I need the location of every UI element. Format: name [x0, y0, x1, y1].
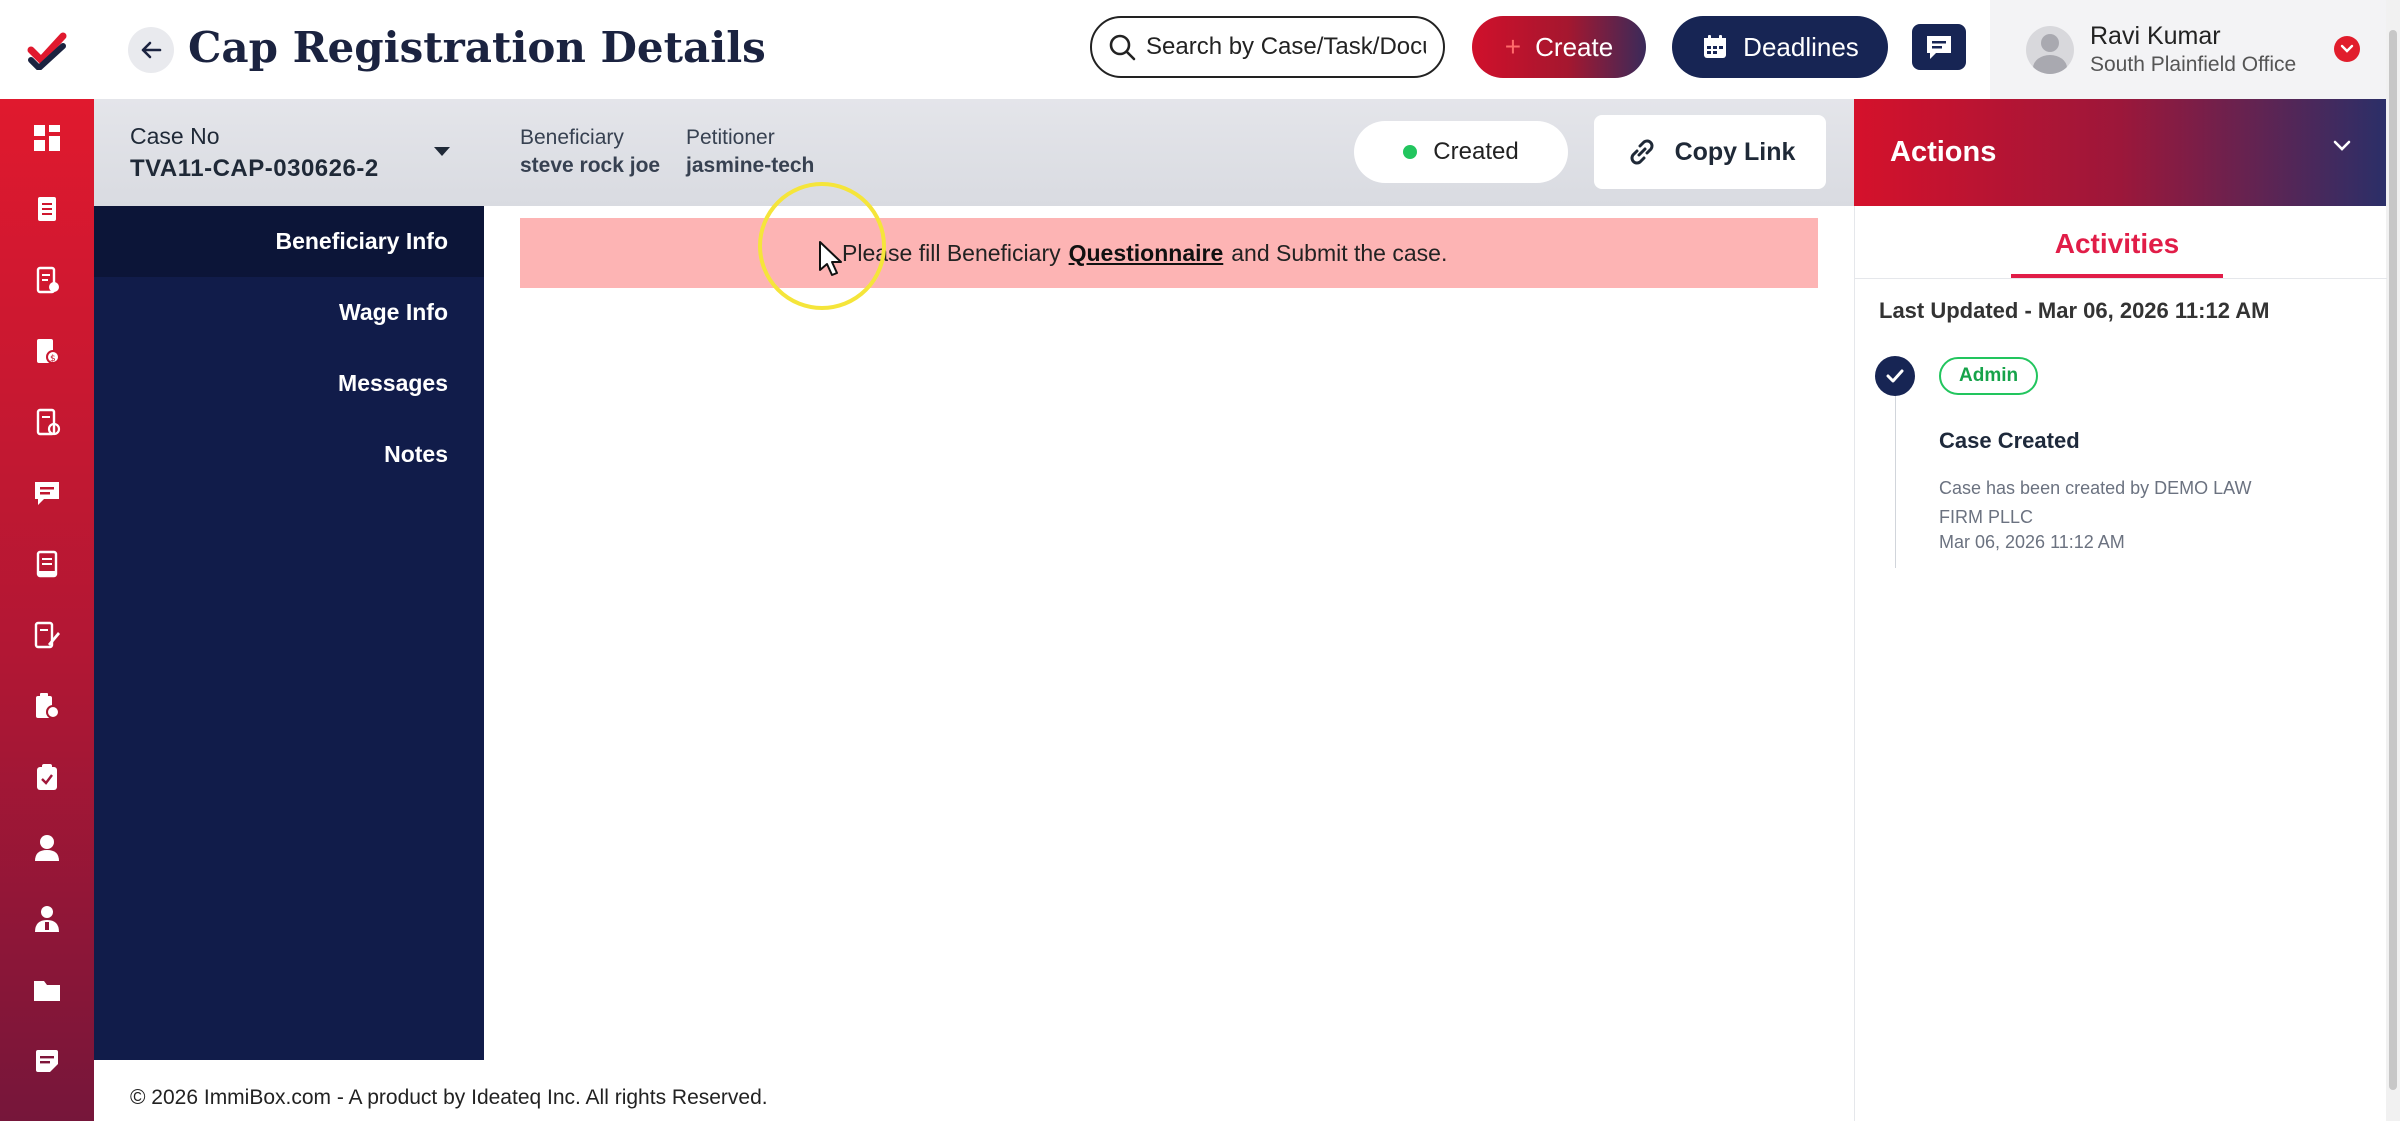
- dashboard-icon[interactable]: [24, 115, 70, 161]
- petitioner-label: Petitioner: [686, 126, 775, 149]
- copy-link-label: Copy Link: [1674, 137, 1796, 166]
- deadlines-button[interactable]: Deadlines: [1672, 16, 1888, 78]
- actions-title: Actions: [1890, 136, 1997, 168]
- immibox-logo[interactable]: [0, 0, 94, 99]
- plus-icon: +: [1504, 31, 1522, 62]
- last-updated: Last Updated - Mar 06, 2026 11:12 AM: [1879, 298, 2270, 323]
- nav-wage-info[interactable]: Wage Info: [339, 299, 448, 326]
- forms-check-icon[interactable]: [24, 399, 70, 445]
- activity-description: Case has been created by DEMO LAW FIRM P…: [1939, 478, 2252, 527]
- status-dot-icon: [1403, 145, 1418, 159]
- alert-suffix: and Submit the case.: [1231, 239, 1448, 266]
- questionnaire-alert: Please fill Beneficiary Questionnaire an…: [520, 218, 1818, 288]
- activity-panel: Activities Last Updated - Mar 06, 2026 1…: [1854, 206, 2387, 1121]
- user-office: South Plainfield Office: [2090, 53, 2297, 76]
- user-info: Ravi Kumar South Plainfield Office: [2090, 21, 2296, 79]
- case-no-label: Case No: [130, 123, 220, 149]
- icon-sidebar: $: [0, 99, 94, 1121]
- link-icon: [1630, 139, 1654, 165]
- beneficiary-value: steve rock joe: [520, 154, 661, 177]
- activity-title: Case Created: [1939, 428, 2080, 453]
- beneficiary-label: Beneficiary: [520, 126, 624, 149]
- chat-icon[interactable]: [24, 470, 70, 516]
- petitioner-value: jasmine-tech: [686, 154, 815, 177]
- activity-time: Mar 06, 2026 11:12 AM: [1939, 532, 2125, 552]
- case-no-value: TVA11-CAP-030626-2: [130, 155, 379, 182]
- folder-icon[interactable]: [24, 967, 70, 1013]
- documents-check-icon[interactable]: [24, 257, 70, 303]
- search-input[interactable]: [1146, 33, 1426, 61]
- create-button[interactable]: + Create: [1472, 16, 1646, 78]
- tab-divider: [1855, 278, 2387, 279]
- case-section-nav: Beneficiary Info Wage Info Messages Note…: [94, 206, 484, 1060]
- deadlines-button-label: Deadlines: [1743, 31, 1859, 62]
- nav-beneficiary-info[interactable]: Beneficiary Info: [275, 228, 448, 255]
- contacts-icon[interactable]: [24, 896, 70, 942]
- check-circle-icon: [1875, 356, 1915, 396]
- user-icon[interactable]: [24, 825, 70, 871]
- footer-text: © 2026 ImmiBox.com - A product by Ideate…: [130, 1086, 768, 1109]
- case-select-toggle[interactable]: [432, 145, 452, 164]
- edit-notes-icon[interactable]: [24, 612, 70, 658]
- avatar: [2026, 25, 2074, 74]
- status-badge: Created: [1354, 121, 1568, 183]
- role-badge: Admin: [1939, 357, 2039, 395]
- page-scrollbar-thumb[interactable]: [2389, 30, 2397, 1090]
- message-icon: [1927, 36, 1951, 59]
- timeline-line: [1895, 378, 1896, 568]
- reports-icon[interactable]: [24, 541, 70, 587]
- actions-toggle[interactable]: Actions: [1854, 99, 2386, 206]
- user-menu[interactable]: Ravi Kumar South Plainfield Office: [1990, 0, 2386, 99]
- status-label: Created: [1433, 138, 1519, 165]
- top-header: Cap Registration Details + Create Deadli…: [0, 0, 2400, 99]
- calendar-icon: [1704, 35, 1727, 58]
- tasks-icon[interactable]: [24, 754, 70, 800]
- copy-link-button[interactable]: Copy Link: [1594, 115, 1826, 189]
- search-icon: [1109, 34, 1136, 61]
- arrow-left-icon: [141, 41, 162, 59]
- questionnaire-link[interactable]: Questionnaire: [1069, 240, 1224, 267]
- invoice-icon[interactable]: $: [24, 328, 70, 374]
- create-button-label: Create: [1535, 31, 1614, 62]
- templates-icon[interactable]: [24, 683, 70, 729]
- chevron-down-icon: [2340, 44, 2354, 53]
- chevron-down-icon: [2333, 140, 2351, 151]
- page-title: Cap Registration Details: [188, 23, 766, 72]
- caret-down-icon: [434, 147, 450, 156]
- back-button[interactable]: [128, 27, 174, 73]
- cases-icon[interactable]: [24, 186, 70, 232]
- nav-messages[interactable]: Messages: [338, 370, 448, 397]
- notes-icon[interactable]: [24, 1038, 70, 1084]
- app-root: Cap Registration Details + Create Deadli…: [0, 0, 2400, 1121]
- tab-activities[interactable]: Activities: [2011, 228, 2223, 278]
- nav-notes[interactable]: Notes: [384, 441, 448, 468]
- logo-icon: [27, 32, 67, 70]
- alert-prefix: Please fill Beneficiary: [842, 239, 1061, 266]
- messages-button[interactable]: [1912, 24, 1966, 70]
- case-header: Case No TVA11-CAP-030626-2 Beneficiary s…: [94, 99, 1854, 206]
- user-dropdown-toggle[interactable]: [2334, 36, 2360, 62]
- svg-text:$: $: [50, 354, 56, 364]
- user-name: Ravi Kumar: [2090, 21, 2221, 50]
- global-search[interactable]: [1090, 16, 1445, 78]
